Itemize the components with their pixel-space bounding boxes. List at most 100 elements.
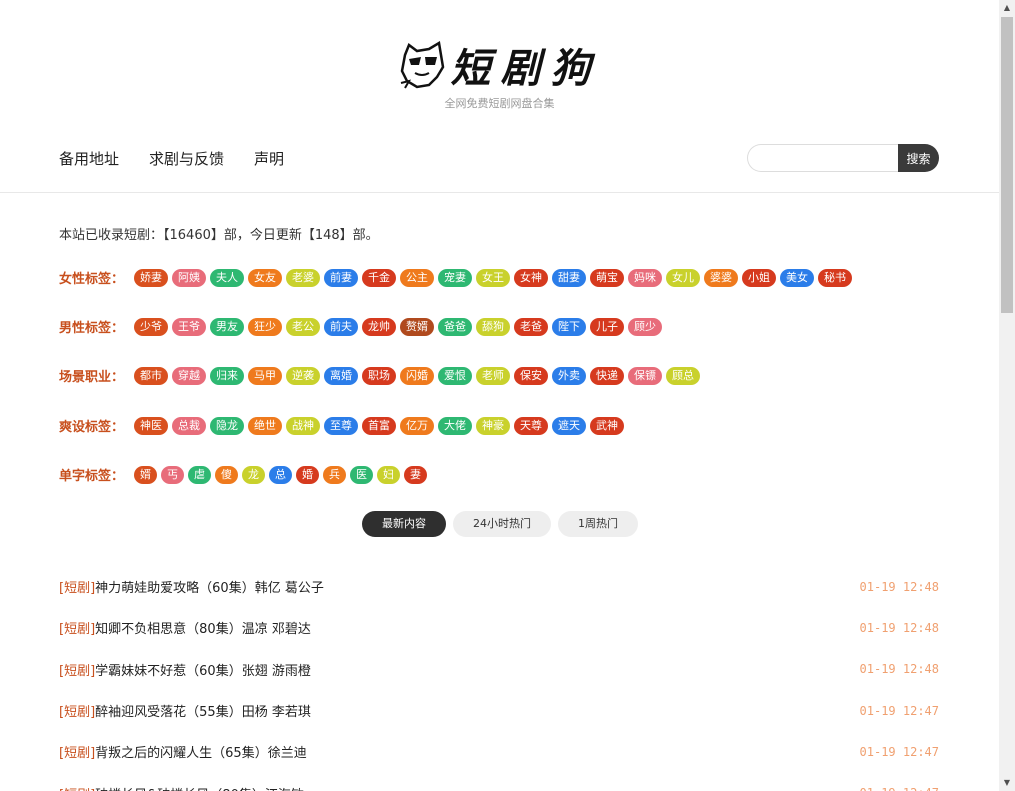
- tag-pill[interactable]: 职场: [362, 366, 396, 385]
- tab-latest[interactable]: 最新内容: [362, 511, 446, 537]
- tag-pill[interactable]: 夫人: [210, 268, 244, 287]
- list-item-link[interactable]: [短剧]醉袖迎风受落花（55集）田杨 李若琪: [59, 701, 311, 720]
- tag-pill[interactable]: 萌宝: [590, 268, 624, 287]
- tag-pill[interactable]: 医: [350, 465, 373, 484]
- list-item[interactable]: [短剧]背叛之后的闪耀人生（65集）徐兰迪 01-19 12:47: [59, 731, 939, 772]
- tag-pill[interactable]: 婿: [134, 465, 157, 484]
- tag-pill[interactable]: 女神: [514, 268, 548, 287]
- tag-pill[interactable]: 快递: [590, 366, 624, 385]
- tag-pill[interactable]: 婚: [296, 465, 319, 484]
- list-item[interactable]: [短剧]知卿不负相思意（80集）温凉 邓碧达 01-19 12:48: [59, 607, 939, 648]
- tag-pill[interactable]: 娇妻: [134, 268, 168, 287]
- tag-pill[interactable]: 前夫: [324, 317, 358, 336]
- tag-pill[interactable]: 婆婆: [704, 268, 738, 287]
- tag-pill[interactable]: 舔狗: [476, 317, 510, 336]
- list-item-link[interactable]: [短剧]破楼长风&破楼长风（80集）汪海敏: [59, 784, 304, 791]
- tag-pill[interactable]: 隐龙: [210, 416, 244, 435]
- tag-pill[interactable]: 穿越: [172, 366, 206, 385]
- tag-pill[interactable]: 阿姨: [172, 268, 206, 287]
- list-item-link[interactable]: [短剧]神力萌娃助爱攻略（60集）韩亿 葛公子: [59, 577, 324, 596]
- tag-pill[interactable]: 爸爸: [438, 317, 472, 336]
- list-item[interactable]: [短剧]醉袖迎风受落花（55集）田杨 李若琪 01-19 12:47: [59, 690, 939, 731]
- list-item[interactable]: [短剧]破楼长风&破楼长风（80集）汪海敏 01-19 12:47: [59, 772, 939, 791]
- tag-pill[interactable]: 男友: [210, 317, 244, 336]
- tag-pill[interactable]: 马甲: [248, 366, 282, 385]
- tag-pill[interactable]: 少爷: [134, 317, 168, 336]
- tag-list: 婿丐虐傻龙总婚兵医妇妻: [134, 465, 427, 484]
- tag-pill[interactable]: 归来: [210, 366, 244, 385]
- tag-pill[interactable]: 公主: [400, 268, 434, 287]
- tag-pill[interactable]: 首富: [362, 416, 396, 435]
- tag-pill[interactable]: 顾总: [666, 366, 700, 385]
- tab-week-hot[interactable]: 1周热门: [558, 511, 638, 537]
- site-logo[interactable]: 短剧狗: [0, 36, 999, 94]
- tag-pill[interactable]: 保安: [514, 366, 548, 385]
- tag-pill[interactable]: 小姐: [742, 268, 776, 287]
- tag-pill[interactable]: 妻: [404, 465, 427, 484]
- list-item-link[interactable]: [短剧]学霸妹妹不好惹（60集）张翅 游雨橙: [59, 660, 311, 679]
- tag-pill[interactable]: 遮天: [552, 416, 586, 435]
- tag-pill[interactable]: 战神: [286, 416, 320, 435]
- tag-pill[interactable]: 离婚: [324, 366, 358, 385]
- scroll-down-arrow-icon[interactable]: ▼: [999, 775, 1015, 791]
- tag-pill[interactable]: 王爷: [172, 317, 206, 336]
- tag-pill[interactable]: 龙帅: [362, 317, 396, 336]
- search-input[interactable]: [747, 144, 898, 172]
- list-item-title: 学霸妹妹不好惹（60集）张翅 游雨橙: [95, 663, 311, 679]
- tag-pill[interactable]: 保镖: [628, 366, 662, 385]
- tag-pill[interactable]: 宠妻: [438, 268, 472, 287]
- tag-pill[interactable]: 老公: [286, 317, 320, 336]
- list-item[interactable]: [短剧]学霸妹妹不好惹（60集）张翅 游雨橙 01-19 12:48: [59, 649, 939, 690]
- tag-pill[interactable]: 狂少: [248, 317, 282, 336]
- tag-pill[interactable]: 前妻: [324, 268, 358, 287]
- list-item-link[interactable]: [短剧]知卿不负相思意（80集）温凉 邓碧达: [59, 618, 311, 637]
- tag-pill[interactable]: 都市: [134, 366, 168, 385]
- nav-statement[interactable]: 声明: [254, 148, 284, 169]
- tag-pill[interactable]: 儿子: [590, 317, 624, 336]
- tag-pill[interactable]: 傻: [215, 465, 238, 484]
- tag-pill[interactable]: 虐: [188, 465, 211, 484]
- logo-text: 短剧狗: [450, 45, 601, 92]
- tag-pill[interactable]: 武神: [590, 416, 624, 435]
- tag-pill[interactable]: 天尊: [514, 416, 548, 435]
- tag-pill[interactable]: 秘书: [818, 268, 852, 287]
- tag-pill[interactable]: 总裁: [172, 416, 206, 435]
- tag-pill[interactable]: 女儿: [666, 268, 700, 287]
- tag-pill[interactable]: 千金: [362, 268, 396, 287]
- search-button[interactable]: 搜索: [898, 144, 939, 172]
- vertical-scrollbar[interactable]: ▲ ▼: [999, 0, 1015, 791]
- tag-pill[interactable]: 陛下: [552, 317, 586, 336]
- tag-pill[interactable]: 绝世: [248, 416, 282, 435]
- tag-pill[interactable]: 亿万: [400, 416, 434, 435]
- scroll-up-arrow-icon[interactable]: ▲: [999, 0, 1015, 16]
- tag-pill[interactable]: 老婆: [286, 268, 320, 287]
- tag-pill[interactable]: 甜妻: [552, 268, 586, 287]
- tab-24h-hot[interactable]: 24小时热门: [453, 511, 551, 537]
- scroll-thumb[interactable]: [1001, 17, 1013, 313]
- tag-pill[interactable]: 兵: [323, 465, 346, 484]
- tag-pill[interactable]: 赘婿: [400, 317, 434, 336]
- tag-pill[interactable]: 闪婚: [400, 366, 434, 385]
- tag-pill[interactable]: 顾少: [628, 317, 662, 336]
- tag-pill[interactable]: 至尊: [324, 416, 358, 435]
- tag-pill[interactable]: 爱恨: [438, 366, 472, 385]
- tag-pill[interactable]: 神医: [134, 416, 168, 435]
- list-item-link[interactable]: [短剧]背叛之后的闪耀人生（65集）徐兰迪: [59, 742, 307, 761]
- tag-pill[interactable]: 外卖: [552, 366, 586, 385]
- tag-pill[interactable]: 神豪: [476, 416, 510, 435]
- tag-pill[interactable]: 老爸: [514, 317, 548, 336]
- tag-pill[interactable]: 总: [269, 465, 292, 484]
- tag-pill[interactable]: 妇: [377, 465, 400, 484]
- tag-pill[interactable]: 逆袭: [286, 366, 320, 385]
- nav-request-feedback[interactable]: 求剧与反馈: [149, 148, 224, 169]
- tag-pill[interactable]: 丐: [161, 465, 184, 484]
- list-item[interactable]: [短剧]神力萌娃助爱攻略（60集）韩亿 葛公子 01-19 12:48: [59, 566, 939, 607]
- nav-backup-address[interactable]: 备用地址: [59, 148, 119, 169]
- tag-pill[interactable]: 老师: [476, 366, 510, 385]
- tag-pill[interactable]: 龙: [242, 465, 265, 484]
- tag-pill[interactable]: 妈咪: [628, 268, 662, 287]
- tag-pill[interactable]: 女友: [248, 268, 282, 287]
- tag-pill[interactable]: 女王: [476, 268, 510, 287]
- tag-pill[interactable]: 大佬: [438, 416, 472, 435]
- tag-pill[interactable]: 美女: [780, 268, 814, 287]
